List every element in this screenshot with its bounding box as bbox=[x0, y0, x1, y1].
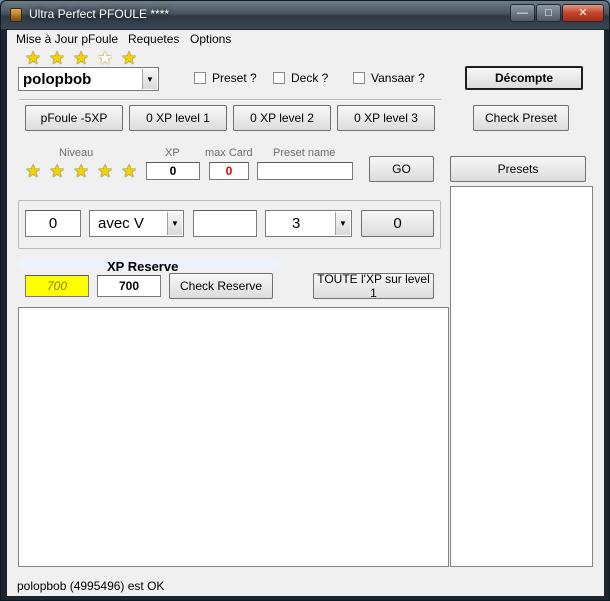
separator bbox=[19, 99, 441, 101]
window-title: Ultra Perfect PFOULE **** bbox=[29, 7, 170, 21]
star-empty-icon: ★ bbox=[97, 48, 114, 68]
preset-name-label: Preset name bbox=[273, 147, 336, 159]
xp-reserve-title: XP Reserve bbox=[107, 259, 179, 274]
niveau-star-icon[interactable]: ★ bbox=[25, 162, 43, 180]
niveau-star-icon[interactable]: ★ bbox=[73, 162, 91, 180]
checkbox-box[interactable] bbox=[273, 72, 285, 84]
app-window: Ultra Perfect PFOULE **** — □ ✕ Mise à J… bbox=[0, 0, 610, 601]
calc-first-field[interactable]: 0 bbox=[25, 210, 81, 237]
star-icon: ★ bbox=[49, 48, 66, 68]
star-icon: ★ bbox=[73, 48, 90, 68]
chevron-down-icon[interactable]: ▼ bbox=[142, 69, 157, 89]
log-area[interactable] bbox=[18, 307, 449, 567]
user-select[interactable]: polopbob ▼ bbox=[18, 67, 159, 91]
xp-level-2-button[interactable]: 0 XP level 2 bbox=[233, 105, 331, 131]
xp-level-3-button[interactable]: 0 XP level 3 bbox=[337, 105, 435, 131]
niveau-star-icon[interactable]: ★ bbox=[121, 162, 139, 180]
client-area: Mise à Jour pFoule Requetes Options ★ ★ … bbox=[7, 30, 604, 596]
menu-mise-a-jour[interactable]: Mise à Jour pFoule bbox=[16, 32, 118, 46]
check-preset-button[interactable]: Check Preset bbox=[473, 105, 569, 131]
star-icon: ★ bbox=[121, 48, 138, 68]
chevron-down-icon[interactable]: ▼ bbox=[335, 212, 350, 235]
xp-label: XP bbox=[165, 147, 180, 159]
title-bar[interactable]: Ultra Perfect PFOULE **** — □ ✕ bbox=[1, 1, 609, 29]
status-text: polopbob (4995496) est OK bbox=[17, 579, 165, 593]
toute-xp-level-1-button[interactable]: TOUTE l'XP sur level 1 bbox=[313, 272, 434, 300]
mode-select[interactable]: avec V ▼ bbox=[89, 210, 184, 237]
decompte-button[interactable]: Décompte bbox=[465, 66, 583, 90]
user-select-value: polopbob bbox=[23, 70, 92, 88]
presets-button[interactable]: Presets bbox=[450, 156, 586, 182]
preset-checkbox[interactable]: Preset ? bbox=[194, 71, 257, 85]
xp-level-1-button[interactable]: 0 XP level 1 bbox=[129, 105, 227, 131]
preset-name-field[interactable] bbox=[257, 162, 353, 180]
xp-field[interactable]: 0 bbox=[146, 162, 200, 180]
preset-checkbox-label: Preset ? bbox=[212, 71, 257, 85]
vansaar-checkbox-label: Vansaar ? bbox=[371, 71, 425, 85]
pfoule-minus-5xp-button[interactable]: pFoule -5XP bbox=[25, 105, 123, 131]
app-icon bbox=[10, 8, 22, 22]
presets-list[interactable] bbox=[450, 186, 593, 567]
checkbox-box[interactable] bbox=[194, 72, 206, 84]
vansaar-checkbox[interactable]: Vansaar ? bbox=[353, 71, 425, 85]
checkbox-box[interactable] bbox=[353, 72, 365, 84]
maximize-button[interactable]: □ bbox=[536, 4, 561, 22]
deck-checkbox-label: Deck ? bbox=[291, 71, 329, 85]
niveau-star-icon[interactable]: ★ bbox=[97, 162, 115, 180]
niveau-label: Niveau bbox=[59, 147, 94, 159]
menu-options[interactable]: Options bbox=[190, 32, 231, 46]
menu-bar: Mise à Jour pFoule Requetes Options bbox=[7, 30, 604, 48]
star-icon: ★ bbox=[25, 48, 42, 68]
xp-reserve-highlight-field: 700 bbox=[25, 275, 89, 297]
menu-requetes[interactable]: Requetes bbox=[128, 32, 179, 46]
close-button[interactable]: ✕ bbox=[562, 4, 604, 22]
niveau-star-icon[interactable]: ★ bbox=[49, 162, 67, 180]
check-reserve-button[interactable]: Check Reserve bbox=[169, 273, 273, 299]
max-card-field[interactable]: 0 bbox=[209, 162, 249, 180]
deck-checkbox[interactable]: Deck ? bbox=[273, 71, 328, 85]
max-card-label: max Card bbox=[205, 147, 253, 159]
count-select[interactable]: 3 ▼ bbox=[265, 210, 352, 237]
calc-middle-field[interactable] bbox=[193, 210, 257, 237]
xp-reserve-field[interactable]: 700 bbox=[97, 275, 161, 297]
count-select-value: 3 bbox=[292, 215, 301, 232]
mode-select-value: avec V bbox=[98, 215, 144, 232]
status-bar: polopbob (4995496) est OK bbox=[7, 576, 604, 596]
go-button[interactable]: GO bbox=[369, 156, 434, 182]
chevron-down-icon[interactable]: ▼ bbox=[167, 212, 182, 235]
result-button[interactable]: 0 bbox=[361, 210, 434, 237]
minimize-button[interactable]: — bbox=[510, 4, 535, 22]
